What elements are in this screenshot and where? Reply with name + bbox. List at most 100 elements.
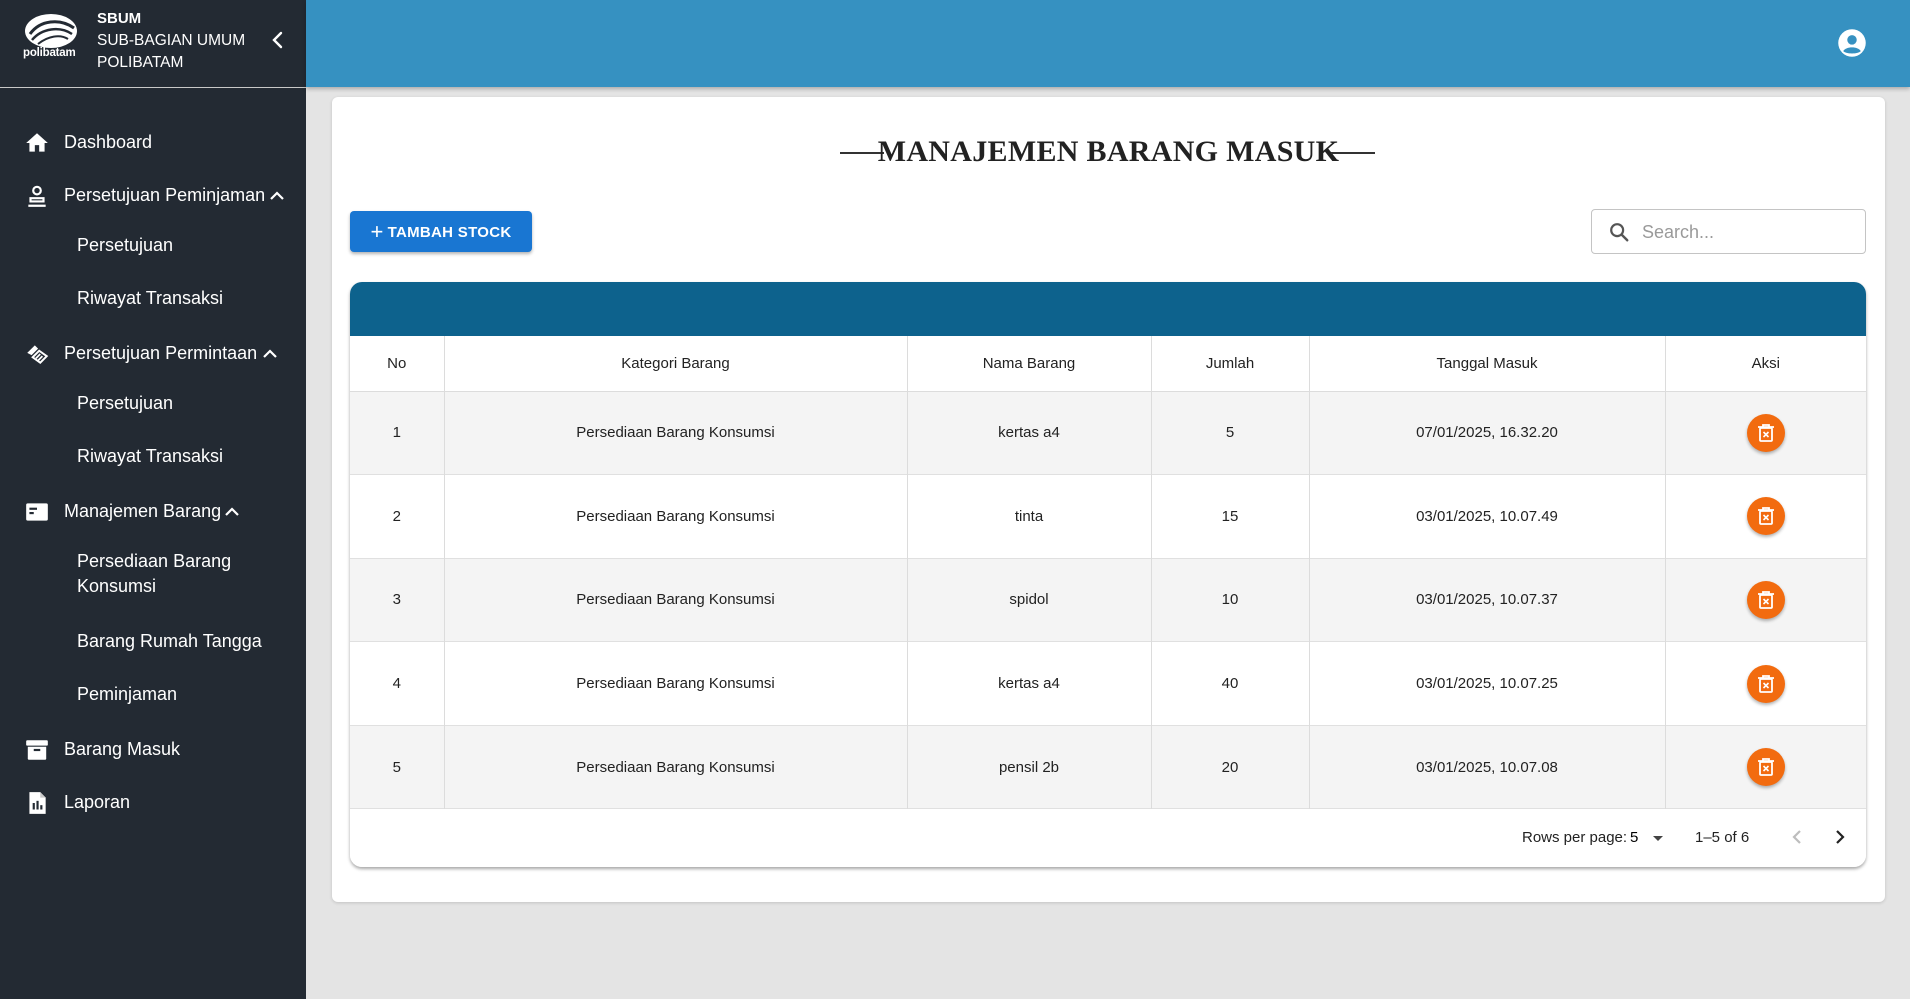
add-stock-button[interactable]: + TAMBAH STOCK bbox=[350, 211, 532, 252]
cell-kategori: Persediaan Barang Konsumsi bbox=[444, 641, 908, 726]
logo-text: polibatam bbox=[23, 47, 76, 59]
brand-line-2: SUB-BAGIAN UMUM bbox=[97, 32, 246, 49]
chevron-up-icon bbox=[270, 191, 284, 200]
card-icon bbox=[26, 503, 48, 521]
sidebar-subitem-barang-rumah-tangga[interactable]: Barang Rumah Tangga bbox=[0, 629, 306, 659]
cell-jumlah: 40 bbox=[1151, 641, 1310, 726]
cell-no: 4 bbox=[350, 641, 445, 726]
delete-button[interactable] bbox=[1746, 580, 1785, 619]
delete-button[interactable] bbox=[1746, 748, 1785, 787]
sidebar-item-barang-masuk[interactable]: Barang Masuk bbox=[0, 729, 306, 769]
delete-icon bbox=[1757, 423, 1774, 442]
column-header[interactable]: Jumlah bbox=[1151, 336, 1310, 392]
sidebar-subitem-riwayat-peminjaman[interactable]: Riwayat Transaksi bbox=[0, 286, 306, 316]
sidebar-subitem-label: Riwayat Transaksi bbox=[77, 446, 224, 466]
cell-tanggal: 03/01/2025, 10.07.25 bbox=[1309, 641, 1666, 726]
column-header: Aksi bbox=[1665, 336, 1866, 392]
delete-icon bbox=[1757, 591, 1774, 609]
column-header[interactable]: Tanggal Masuk bbox=[1309, 336, 1666, 392]
column-header[interactable]: Kategori Barang bbox=[444, 336, 908, 392]
cell-kategori: Persediaan Barang Konsumsi bbox=[444, 725, 908, 809]
cell-kategori: Persediaan Barang Konsumsi bbox=[444, 558, 908, 642]
content-card: MANAJEMEN BARANG MASUK +TAMBAH STOCK No … bbox=[332, 97, 1885, 902]
delete-icon bbox=[1757, 758, 1774, 777]
cell-nama: spidol bbox=[907, 558, 1152, 642]
home-icon bbox=[26, 133, 48, 152]
caret-down-icon bbox=[1653, 836, 1663, 841]
cell-aksi bbox=[1665, 725, 1866, 809]
column-header[interactable]: No bbox=[350, 336, 445, 392]
plus-icon: + bbox=[370, 218, 384, 244]
collapse-sidebar-button[interactable] bbox=[266, 28, 290, 52]
table-row: 2 Persediaan Barang Konsumsi tinta 15 03… bbox=[350, 474, 1866, 559]
delete-icon bbox=[1757, 674, 1774, 693]
sidebar-item-persetujuan-peminjaman[interactable]: Persetujuan Peminjaman bbox=[0, 175, 306, 215]
sidebar: polibatam SBUM SUB-BAGIAN UMUM POLIBATAM… bbox=[0, 0, 306, 999]
brand-line-1: SBUM bbox=[97, 10, 142, 27]
cell-aksi bbox=[1665, 642, 1866, 726]
delete-button[interactable] bbox=[1746, 497, 1785, 536]
archive-icon bbox=[26, 740, 48, 760]
cell-tanggal: 07/01/2025, 16.32.20 bbox=[1309, 391, 1666, 475]
brand-line-3: POLIBATAM bbox=[97, 54, 184, 71]
sidebar-item-label: Persetujuan Peminjaman bbox=[64, 185, 266, 205]
incoming-goods-table: No Kategori Barang Nama Barang Jumlah Ta… bbox=[350, 336, 1866, 809]
cell-aksi bbox=[1665, 558, 1866, 642]
sidebar-item-dashboard[interactable]: Dashboard bbox=[0, 122, 306, 162]
table-row: 3 Persediaan Barang Konsumsi spidol 10 0… bbox=[350, 558, 1866, 642]
delete-button[interactable] bbox=[1746, 413, 1785, 452]
sidebar-item-label: Barang Masuk bbox=[64, 739, 181, 759]
sidebar-item-label: Manajemen Barang bbox=[64, 501, 222, 521]
data-table: No Kategori Barang Nama Barang Jumlah Ta… bbox=[350, 282, 1866, 867]
person-icon bbox=[28, 185, 46, 207]
cell-aksi bbox=[1665, 391, 1866, 475]
cell-no: 5 bbox=[350, 725, 445, 809]
handshake-icon bbox=[27, 345, 49, 364]
sidebar-subitem-label: Persetujuan bbox=[77, 393, 174, 413]
sidebar-subitem-persetujuan-peminjaman[interactable]: Persetujuan bbox=[0, 233, 306, 263]
cell-no: 1 bbox=[350, 391, 445, 475]
delete-button[interactable] bbox=[1746, 664, 1785, 703]
cell-kategori: Persediaan Barang Konsumsi bbox=[444, 391, 908, 475]
sidebar-subitem-persediaan-barang-konsumsi[interactable]: Persediaan Barang Konsumsi bbox=[0, 549, 306, 601]
sidebar-item-manajemen-barang[interactable]: Manajemen Barang bbox=[0, 491, 306, 531]
next-page-button[interactable] bbox=[1829, 826, 1851, 848]
chevron-up-icon bbox=[225, 507, 239, 516]
brand-header: polibatam SBUM SUB-BAGIAN UMUM POLIBATAM bbox=[0, 0, 306, 88]
cell-nama: kertas a4 bbox=[907, 391, 1152, 475]
sidebar-item-persetujuan-permintaan[interactable]: Persetujuan Permintaan bbox=[0, 333, 306, 373]
previous-page-button[interactable] bbox=[1786, 826, 1808, 848]
sidebar-item-laporan[interactable]: Laporan bbox=[0, 782, 306, 822]
rows-per-page-select[interactable]: 5 bbox=[1624, 825, 1674, 851]
cell-nama: tinta bbox=[907, 474, 1152, 559]
page-title: MANAJEMEN BARANG MASUK bbox=[877, 135, 1340, 168]
chevron-up-icon bbox=[263, 349, 277, 358]
account-icon[interactable] bbox=[1837, 28, 1867, 58]
cell-no: 2 bbox=[350, 474, 445, 559]
sidebar-subitem-label: Barang Rumah Tangga bbox=[77, 631, 262, 651]
column-header[interactable]: Nama Barang bbox=[907, 336, 1152, 392]
cell-jumlah: 5 bbox=[1151, 391, 1310, 475]
cell-nama: pensil 2b bbox=[907, 725, 1152, 809]
sidebar-subitem-riwayat-permintaan[interactable]: Riwayat Transaksi bbox=[0, 444, 306, 474]
sidebar-item-label: Laporan bbox=[64, 792, 131, 812]
table-header-row: No Kategori Barang Nama Barang Jumlah Ta… bbox=[350, 336, 1866, 392]
table-row: 5 Persediaan Barang Konsumsi pensil 2b 2… bbox=[350, 725, 1866, 809]
sidebar-subitem-persetujuan-permintaan[interactable]: Persetujuan bbox=[0, 391, 306, 421]
cell-jumlah: 15 bbox=[1151, 474, 1310, 559]
cell-tanggal: 03/01/2025, 10.07.37 bbox=[1309, 558, 1666, 642]
search-field[interactable] bbox=[1591, 209, 1866, 254]
title-divider-right bbox=[1331, 152, 1375, 154]
cell-tanggal: 03/01/2025, 10.07.49 bbox=[1309, 474, 1666, 559]
delete-icon bbox=[1757, 507, 1774, 526]
cell-nama: kertas a4 bbox=[907, 641, 1152, 726]
rows-per-page-label: Rows per page: bbox=[1522, 829, 1628, 846]
sidebar-item-label: Dashboard bbox=[64, 132, 153, 152]
sidebar-subitem-peminjaman[interactable]: Peminjaman bbox=[0, 682, 306, 712]
search-input[interactable] bbox=[1642, 218, 1852, 246]
table-header-bar bbox=[350, 282, 1866, 336]
cell-no: 3 bbox=[350, 558, 445, 642]
cell-jumlah: 20 bbox=[1151, 725, 1310, 809]
cell-jumlah: 10 bbox=[1151, 558, 1310, 642]
table-row: 4 Persediaan Barang Konsumsi kertas a4 4… bbox=[350, 641, 1866, 726]
